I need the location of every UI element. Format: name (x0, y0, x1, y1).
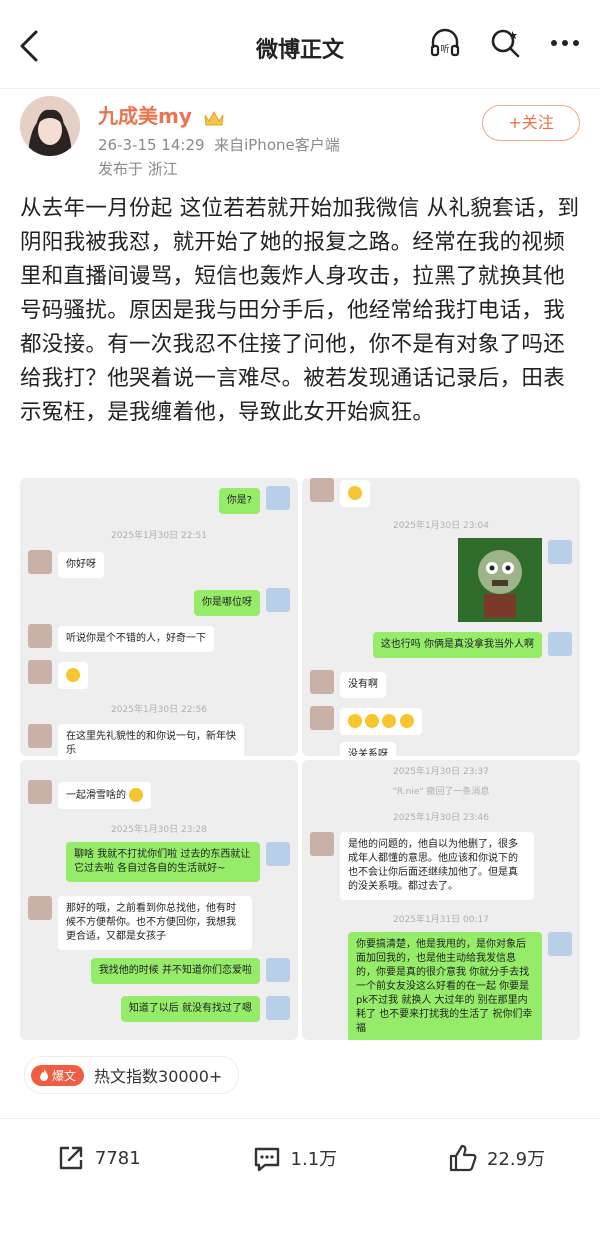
listen-icon[interactable]: 听 (428, 26, 462, 60)
like-count: 22.9万 (486, 1149, 546, 1170)
comment-icon (254, 1147, 279, 1172)
avatar (28, 660, 52, 684)
avatar (266, 486, 290, 510)
chat-timestamp: 2025年1月31日 00:17 (393, 915, 489, 925)
chat-message: 你是? (218, 488, 260, 514)
laugh-emoji-icon (382, 714, 397, 728)
chat-message: 没有啊 (340, 672, 386, 698)
avatar (28, 724, 52, 748)
post-source: 来自iPhone客户端 (214, 136, 340, 154)
search-icon[interactable] (488, 26, 522, 60)
avatar (28, 624, 52, 648)
avatar (548, 932, 572, 956)
chat-message: 聊啥 我就不打扰你们啦 过去的东西就让它过去啦 各自过各自的生活就好~ (66, 842, 260, 882)
top-nav-bar: 微博正文 听 (0, 0, 600, 90)
chat-timestamp: 2025年1月30日 23:04 (393, 521, 489, 531)
zombie-sticker-image (458, 538, 542, 622)
chat-timestamp: 2025年1月30日 22:56 (111, 705, 207, 715)
chat-message: 你是哪位呀 (194, 590, 260, 616)
hot-index-badge[interactable]: 爆文 热文指数30000+ (24, 1056, 240, 1094)
thumbs-up-icon (449, 1144, 477, 1172)
action-bar: 7781 1.1万 22.9万 (0, 1128, 600, 1188)
like-button[interactable]: 22.9万 (447, 1142, 545, 1174)
avatar (548, 632, 572, 656)
chat-timestamp: 2025年1月30日 23:37 (393, 767, 489, 777)
avatar (310, 706, 334, 730)
author-avatar[interactable] (20, 96, 80, 156)
author-name-text: 九成美my (98, 104, 192, 128)
chat-message: 你要搞清楚，他是我甩的，是你对象后面加回我的，也是他主动给我发信息的，你要是真的… (348, 932, 542, 1040)
chat-screenshot-2[interactable]: 2025年1月30日 23:04 这也行吗 你俩是真没拿我当外人啊 没有啊 没关… (302, 478, 580, 756)
chat-message (58, 662, 88, 689)
actions-divider (0, 1118, 600, 1119)
follow-button[interactable]: +关注 (482, 105, 580, 141)
post-body: 从去年一月份起 这位若若就开始加我微信 从礼貌套话，到阴阳我被我怼，就开始了她的… (20, 196, 580, 425)
comment-count: 1.1万 (290, 1149, 338, 1170)
smile-emoji-icon (66, 668, 80, 682)
chat-message: 一起滑雪啥的 (58, 782, 152, 809)
avatar (266, 996, 290, 1020)
chat-screenshot-4[interactable]: 2025年1月30日 23:37 "R.nie" 撤回了一条消息 2025年1月… (302, 760, 580, 1040)
chat-message-text: 一起滑雪啥的 (66, 790, 126, 801)
svg-text:听: 听 (440, 44, 449, 55)
chat-timestamp: 2025年1月30日 23:46 (393, 813, 489, 823)
more-icon[interactable] (548, 26, 582, 60)
avatar (266, 958, 290, 982)
chat-message: 这也行吗 你俩是真没拿我当外人啊 (372, 632, 542, 658)
chat-timestamp: 2025年1月30日 23:28 (111, 825, 207, 835)
chat-message (340, 480, 370, 507)
comment-button[interactable]: 1.1万 (251, 1142, 338, 1174)
laugh-emoji-icon (399, 714, 414, 728)
chat-message: 我找他的时候 并不知道你们恋爱啦 (90, 958, 260, 984)
share-icon (59, 1146, 83, 1170)
laugh-emoji-icon (348, 714, 362, 728)
chat-message: 那好的哦，之前看到你总找他，他有时候不方便帮你。也不方便回你，我想我更合适，又都… (58, 896, 252, 950)
header-divider (0, 88, 600, 89)
avatar (266, 842, 290, 866)
avatar (28, 780, 52, 804)
smile-emoji-icon (348, 486, 362, 500)
chat-message: 知道了以后 就没有找过了嗯 (120, 996, 260, 1022)
avatar (310, 832, 334, 856)
vip-crown-icon (204, 110, 224, 125)
chat-message: 听说你是个不错的人，好奇一下 (58, 626, 214, 652)
avatar (310, 670, 334, 694)
avatar (266, 588, 290, 612)
share-count: 7781 (94, 1147, 141, 1169)
smile-emoji-icon (129, 788, 144, 802)
author-name[interactable]: 九成美my (98, 100, 225, 129)
avatar (548, 540, 572, 564)
chat-screenshot-3[interactable]: 一起滑雪啥的 2025年1月30日 23:28 聊啥 我就不打扰你们啦 过去的东… (20, 760, 298, 1040)
chat-screenshot-1[interactable]: 你是? 2025年1月30日 22:51 你好呀 你是哪位呀 听说你是个不错的人… (20, 478, 298, 756)
avatar (310, 478, 334, 502)
chat-timestamp: 2025年1月30日 22:51 (111, 531, 207, 541)
post-timestamp: 26-3-15 14:29 (98, 136, 205, 154)
hot-post-tag: 爆文 (31, 1064, 85, 1086)
chat-message: 你好呀 (58, 552, 104, 578)
share-button[interactable]: 7781 (55, 1142, 141, 1174)
chat-message: 是他的问题的，他自以为他删了，很多成年人都懂的意思。他应该和你说下的 也不会让你… (340, 832, 534, 900)
avatar (28, 896, 52, 920)
post-meta: 26-3-15 14:29 来自iPhone客户端 (98, 134, 340, 155)
fire-icon (40, 1069, 48, 1081)
chat-message: 在这里先礼貌性的和你说一句，新年快乐 (58, 724, 244, 756)
hot-post-tag-label: 爆文 (52, 1068, 77, 1083)
laugh-emoji-icon (365, 714, 380, 728)
hot-index-text: 热文指数30000+ (94, 1067, 223, 1086)
chat-message (340, 708, 422, 735)
post-location: 发布于 浙江 (98, 160, 178, 178)
avatar (28, 550, 52, 574)
recall-notice: "R.nie" 撤回了一条消息 (392, 787, 490, 797)
chat-message: 没关系呀 (340, 742, 396, 756)
